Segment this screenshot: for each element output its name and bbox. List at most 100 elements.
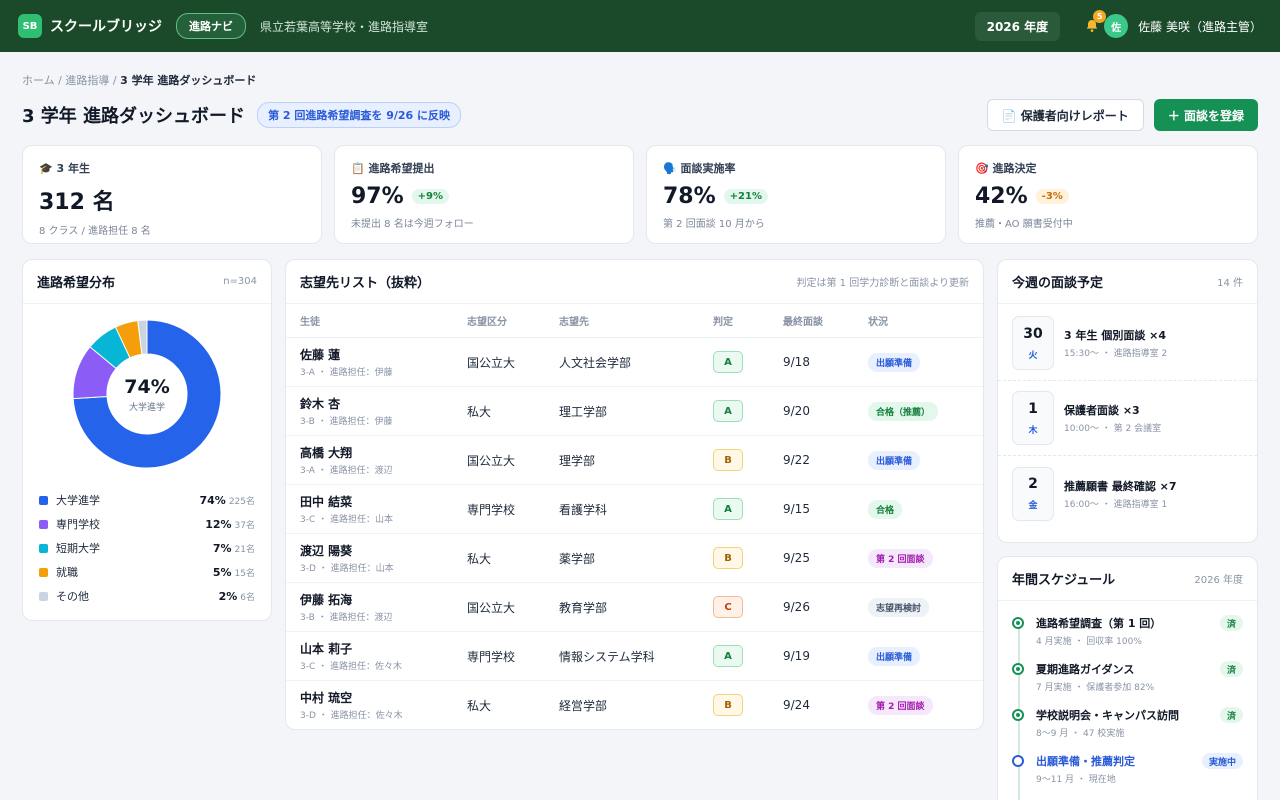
user-name[interactable]: 佐藤 美咲（進路主管） — [1138, 18, 1262, 35]
column-header[interactable]: 志望区分 — [467, 313, 559, 328]
student-class: 3-C ・ 進路担任：山本 — [300, 515, 393, 525]
student-name[interactable]: 伊藤 拓海 — [300, 591, 467, 608]
grade-cell: B — [713, 547, 783, 569]
legend-swatch — [39, 519, 48, 529]
legend-percent: 2% — [218, 589, 238, 603]
timeline-item[interactable]: 夏期進路ガイダンス 7 月実施 ・ 保護者参加 82% 済 — [1012, 653, 1243, 699]
student-name[interactable]: 鈴木 杏 — [300, 395, 467, 412]
kpi-value: 42% — [975, 184, 1028, 209]
kpi-delta: +9% — [411, 189, 450, 204]
breadcrumb: ホーム / 進路指導 / 3 学年 進路ダッシュボード — [22, 72, 256, 88]
card-title: 進路希望分布 — [37, 276, 116, 291]
schedule-item[interactable]: 2 金推薦願書 最終確認 ×7 16:00〜 ・ 進路指導室 1 — [998, 456, 1257, 531]
last-interview-date: 9/15 — [783, 502, 810, 516]
breadcrumb-section[interactable]: 進路指導 — [65, 74, 109, 87]
legend-swatch — [39, 543, 48, 553]
timeline-item[interactable]: 学校説明会・キャンパス訪問 8〜9 月 ・ 47 校実施 済 — [1012, 699, 1243, 745]
kpi-sub: 未提出 8 名は今週フォロー — [351, 219, 474, 230]
grade-badge: B — [713, 547, 743, 569]
table-row[interactable]: 山本 莉子 3-C ・ 進路担任：佐々木 専門学校 情報システム学科 A 9/19 出願準備 — [286, 632, 983, 681]
schedule-item[interactable]: 1 木保護者面談 ×3 10:00〜 ・ 第 2 会議室 — [998, 381, 1257, 456]
legend-swatch — [39, 495, 48, 505]
weekly-schedule-card: 今週の面談予定 14 件 30 火 3 年生 個別面談 ×4 15:30〜 ・ 進路指… — [997, 259, 1258, 543]
timeline-item[interactable]: 出願準備・推薦判定 9〜11 月 ・ 現在地 実施中 — [1012, 745, 1243, 791]
donut-center-value: 74% — [124, 375, 170, 398]
legend-item[interactable]: 就職 5% 15名 — [39, 560, 255, 584]
legend-item[interactable]: 大学進学 74% 225名 — [39, 488, 255, 512]
nav-pill-career[interactable]: 進路ナビ — [176, 13, 246, 39]
grade-cell: C — [713, 596, 783, 618]
date-box: 2金 — [1012, 466, 1054, 521]
column-header[interactable]: 志望先 — [559, 313, 713, 328]
avatar[interactable]: 佐 — [1104, 14, 1129, 38]
kpi-delta: +21% — [723, 189, 768, 204]
legend-item[interactable]: 短期大学 7% 21名 — [39, 536, 255, 560]
target-type: 私大 — [467, 404, 492, 419]
timeline-body: 出願準備・推薦判定 9〜11 月 ・ 現在地 — [1036, 753, 1202, 791]
legend-count: 37名 — [234, 520, 255, 531]
legend-swatch — [39, 567, 48, 577]
last-interview-date: 9/22 — [783, 453, 810, 467]
breadcrumb-home[interactable]: ホーム — [22, 74, 55, 87]
table-row[interactable]: 田中 結菜 3-C ・ 進路担任：山本 専門学校 看護学科 A 9/15 合格 — [286, 485, 983, 534]
app-name[interactable]: スクールブリッジ — [50, 16, 162, 36]
legend-name: 短期大学 — [56, 542, 100, 555]
timeline-item[interactable]: 進路希望調査（第 1 回） 4 月実施 ・ 回収率 100% 済 — [1012, 607, 1243, 653]
update-badge: 第 2 回進路希望調査を 9/26 に反映 — [257, 102, 462, 128]
status-badge: 合格 — [868, 499, 903, 519]
kpi-label: 3 年生 — [56, 162, 91, 175]
column-header[interactable]: 判定 — [713, 313, 783, 328]
sample-size: n=304 — [223, 276, 257, 287]
target-school: 教育学部 — [559, 600, 608, 615]
student-name[interactable]: 中村 琉空 — [300, 689, 467, 706]
schedule-title: 保護者面談 ×3 — [1064, 404, 1140, 417]
grade-cell: A — [713, 351, 783, 373]
table-row[interactable]: 鈴木 杏 3-B ・ 進路担任：伊藤 私大 理工学部 A 9/20 合格（推薦） — [286, 387, 983, 436]
column-header[interactable]: 状況 — [868, 313, 969, 328]
kpi-label: 進路決定 — [992, 162, 1037, 175]
card-note: 判定は第 1 回学力診断と面談より更新 — [796, 278, 969, 289]
status-cell: 第 2 回面談 — [868, 695, 969, 715]
legend-item[interactable]: その他 2% 6名 — [39, 584, 255, 608]
column-header[interactable]: 最終面談 — [783, 313, 868, 328]
column-header[interactable]: 生徒 — [300, 313, 467, 328]
table-row[interactable]: 渡辺 陽葵 3-D ・ 進路担任：山本 私大 薬学部 B 9/25 第 2 回面談 — [286, 534, 983, 583]
grade-cell: B — [713, 449, 783, 471]
table-row[interactable]: 中村 琉空 3-D ・ 進路担任：佐々木 私大 経営学部 B 9/24 第 2 回面談 — [286, 681, 983, 729]
notification-button[interactable]: 5 — [1082, 10, 1107, 36]
annual-schedule-card: 年間スケジュール 2026 年度 進路希望調査（第 1 回） 4 月実施 ・ 回収… — [997, 556, 1258, 800]
last-interview-date: 9/19 — [783, 649, 810, 663]
parent-report-button[interactable]: 📄 保護者向けレポート — [986, 99, 1144, 131]
target-type: 私大 — [467, 551, 492, 566]
current-circle-icon — [1012, 755, 1024, 767]
year-selector[interactable]: 2026 年度 — [974, 11, 1061, 41]
student-cell: 鈴木 杏 3-B ・ 進路担任：伊藤 — [300, 395, 467, 427]
schedule-item[interactable]: 30 火 3 年生 個別面談 ×4 15:30〜 ・ 進路指導室 2 — [998, 306, 1257, 381]
last-interview-date: 9/20 — [783, 404, 810, 418]
legend-item[interactable]: 専門学校 12% 37名 — [39, 512, 255, 536]
breadcrumb-separator: / — [58, 74, 62, 87]
student-name[interactable]: 佐藤 蓮 — [300, 346, 467, 363]
date-day: 2 — [1028, 476, 1038, 492]
student-name[interactable]: 渡辺 陽葵 — [300, 542, 467, 559]
date-box: 1木 — [1012, 391, 1054, 445]
target-type: 私大 — [467, 698, 492, 713]
table-row[interactable]: 伊藤 拓海 3-B ・ 進路担任：渡辺 国公立大 教育学部 C 9/26 志望再検討 — [286, 583, 983, 632]
app-logo[interactable]: SB — [18, 14, 42, 38]
grade-badge: B — [713, 694, 743, 716]
last-interview-date: 9/18 — [783, 355, 810, 369]
table-row[interactable]: 佐藤 蓮 3-A ・ 進路担任：伊藤 国公立大 人文社会学部 A 9/18 出願準備 — [286, 338, 983, 387]
card-title: 志望先リスト（抜粋） — [300, 276, 431, 291]
breadcrumb-current: 3 学年 進路ダッシュボード — [120, 74, 257, 87]
annual-year: 2026 年度 — [1194, 575, 1243, 586]
status-badge: 第 2 回面談 — [868, 695, 933, 715]
last-interview-date: 9/25 — [783, 551, 810, 565]
student-name[interactable]: 高橋 大翔 — [300, 444, 467, 461]
student-cell: 高橋 大翔 3-A ・ 進路担任：渡辺 — [300, 444, 467, 476]
timeline-status-badge: 実施中 — [1201, 753, 1243, 769]
student-name[interactable]: 山本 莉子 — [300, 640, 467, 657]
legend-percent: 5% — [212, 565, 232, 579]
table-row[interactable]: 高橋 大翔 3-A ・ 進路担任：渡辺 国公立大 理学部 B 9/22 出願準備 — [286, 436, 983, 485]
register-interview-button[interactable]: ＋ 面談を登録 — [1153, 99, 1258, 131]
student-name[interactable]: 田中 結菜 — [300, 493, 467, 510]
